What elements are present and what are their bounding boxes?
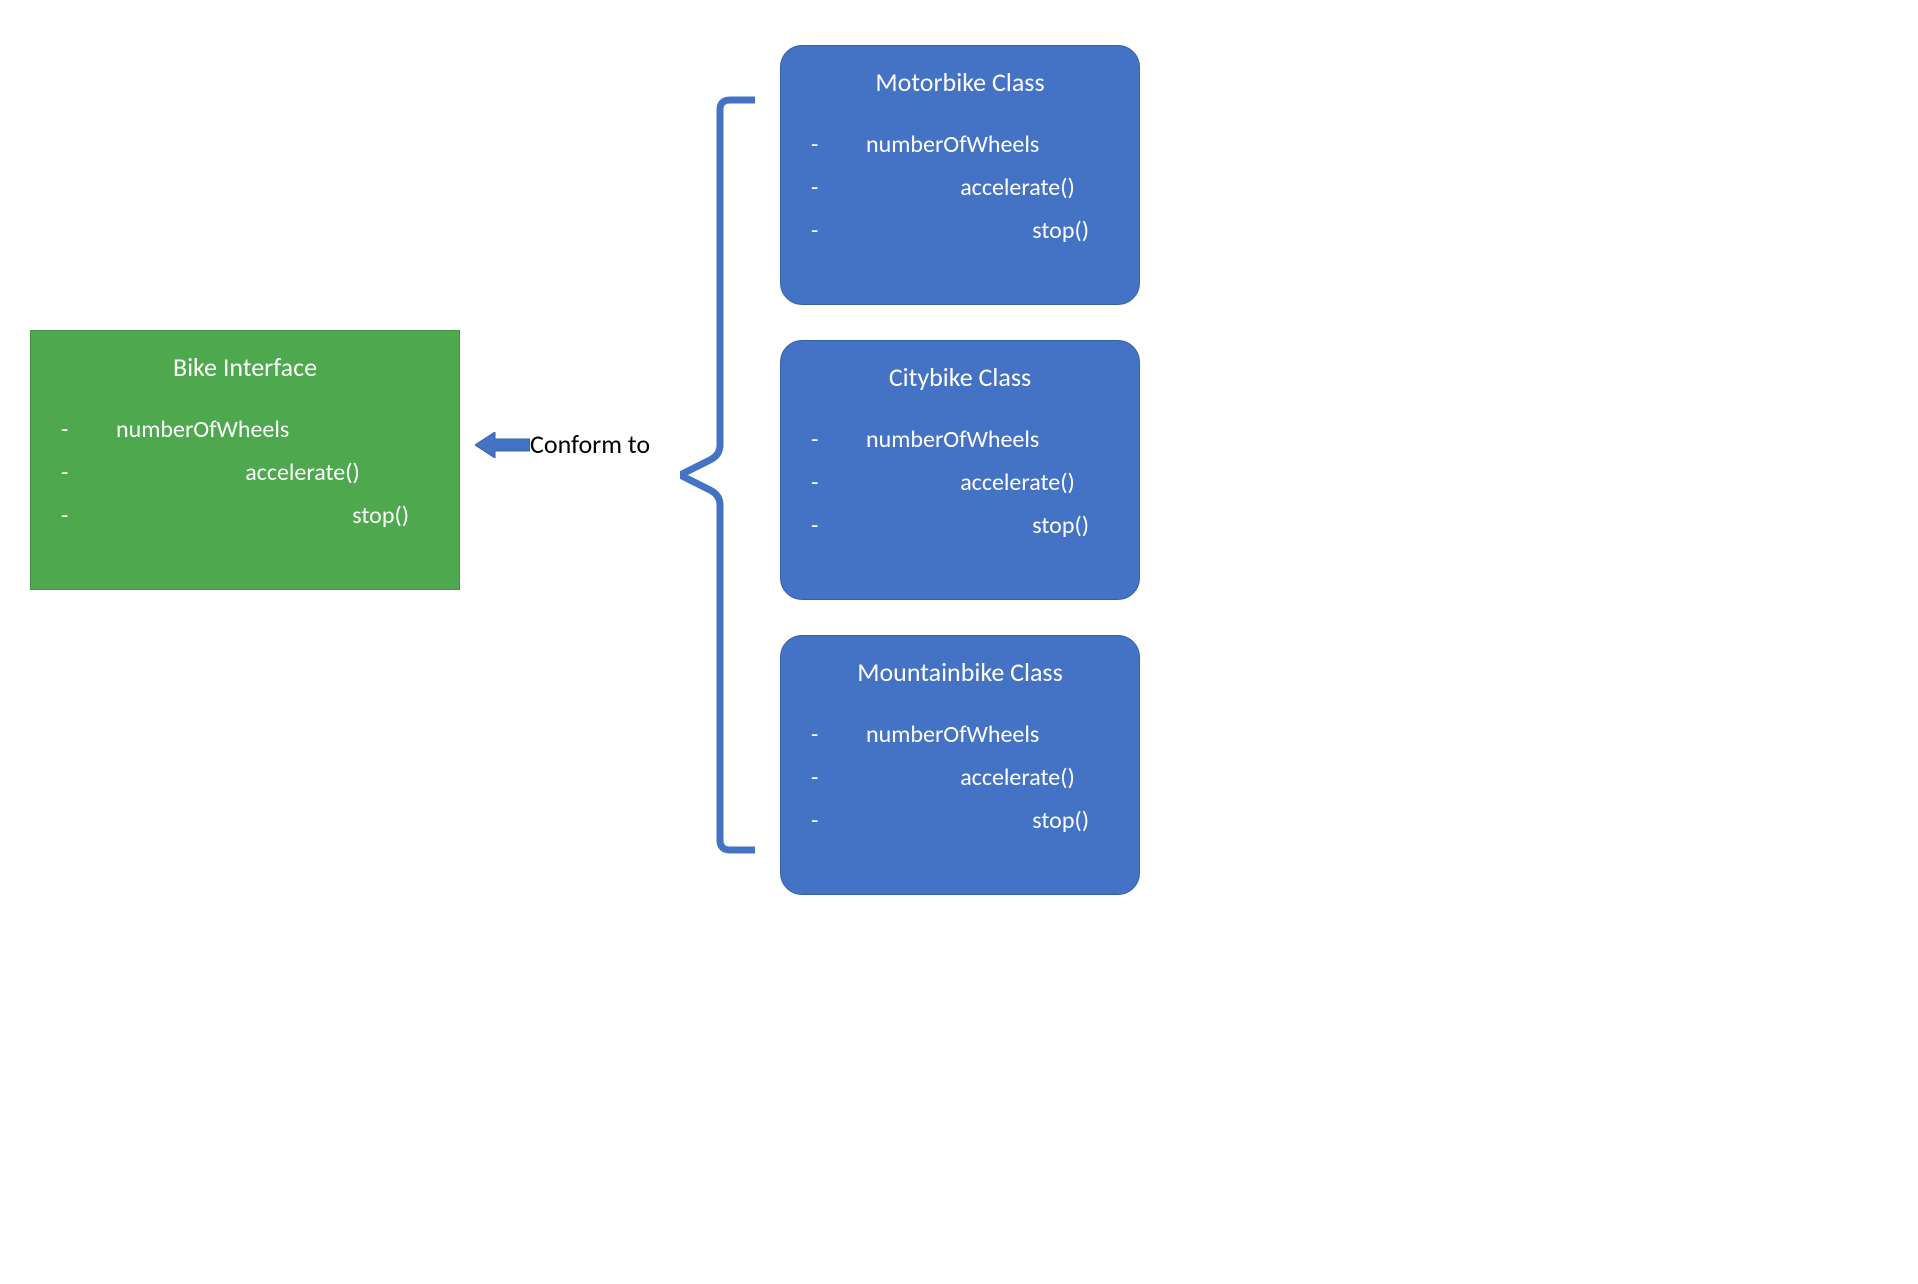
interface-box: Bike Interface - numberOfWheels - accele…: [30, 330, 460, 590]
interface-member-label: numberOfWheels: [116, 408, 429, 451]
dash-icon: -: [811, 713, 866, 756]
class-title: Mountainbike Class: [811, 656, 1109, 688]
class-member-label: accelerate(): [866, 461, 1109, 504]
class-members: - numberOfWheels - accelerate() - stop(): [811, 713, 1109, 843]
dash-icon: -: [811, 123, 866, 166]
class-member: - accelerate(): [811, 756, 1109, 799]
class-box-citybike: Citybike Class - numberOfWheels - accele…: [780, 340, 1140, 600]
dash-icon: -: [811, 418, 866, 461]
class-member: - stop(): [811, 799, 1109, 842]
interface-member-label: accelerate(): [116, 451, 429, 494]
class-title: Citybike Class: [811, 361, 1109, 393]
bracket-connector-icon: [680, 95, 755, 855]
class-member: - accelerate(): [811, 461, 1109, 504]
class-member-label: accelerate(): [866, 756, 1109, 799]
class-member: - stop(): [811, 504, 1109, 547]
dash-icon: -: [61, 494, 116, 537]
class-member: - accelerate(): [811, 166, 1109, 209]
interface-members: - numberOfWheels - accelerate() - stop(): [61, 408, 429, 538]
class-member-label: numberOfWheels: [866, 713, 1109, 756]
arrow-left-icon: [475, 432, 530, 458]
dash-icon: -: [811, 461, 866, 504]
class-members: - numberOfWheels - accelerate() - stop(): [811, 418, 1109, 548]
interface-member: - numberOfWheels: [61, 408, 429, 451]
class-box-motorbike: Motorbike Class - numberOfWheels - accel…: [780, 45, 1140, 305]
class-member: - numberOfWheels: [811, 418, 1109, 461]
conform-label: Conform to: [530, 428, 650, 460]
class-title: Motorbike Class: [811, 66, 1109, 98]
class-member-label: stop(): [866, 209, 1109, 252]
class-member-label: numberOfWheels: [866, 123, 1109, 166]
class-member: - numberOfWheels: [811, 713, 1109, 756]
interface-title: Bike Interface: [61, 351, 429, 383]
dash-icon: -: [61, 451, 116, 494]
class-member-label: stop(): [866, 504, 1109, 547]
dash-icon: -: [811, 209, 866, 252]
interface-member: - accelerate(): [61, 451, 429, 494]
class-members: - numberOfWheels - accelerate() - stop(): [811, 123, 1109, 253]
dash-icon: -: [811, 799, 866, 842]
dash-icon: -: [811, 756, 866, 799]
class-member-label: accelerate(): [866, 166, 1109, 209]
class-box-mountainbike: Mountainbike Class - numberOfWheels - ac…: [780, 635, 1140, 895]
class-member: - stop(): [811, 209, 1109, 252]
interface-member: - stop(): [61, 494, 429, 537]
class-member: - numberOfWheels: [811, 123, 1109, 166]
dash-icon: -: [811, 504, 866, 547]
interface-member-label: stop(): [116, 494, 429, 537]
class-member-label: stop(): [866, 799, 1109, 842]
class-member-label: numberOfWheels: [866, 418, 1109, 461]
dash-icon: -: [61, 408, 116, 451]
dash-icon: -: [811, 166, 866, 209]
